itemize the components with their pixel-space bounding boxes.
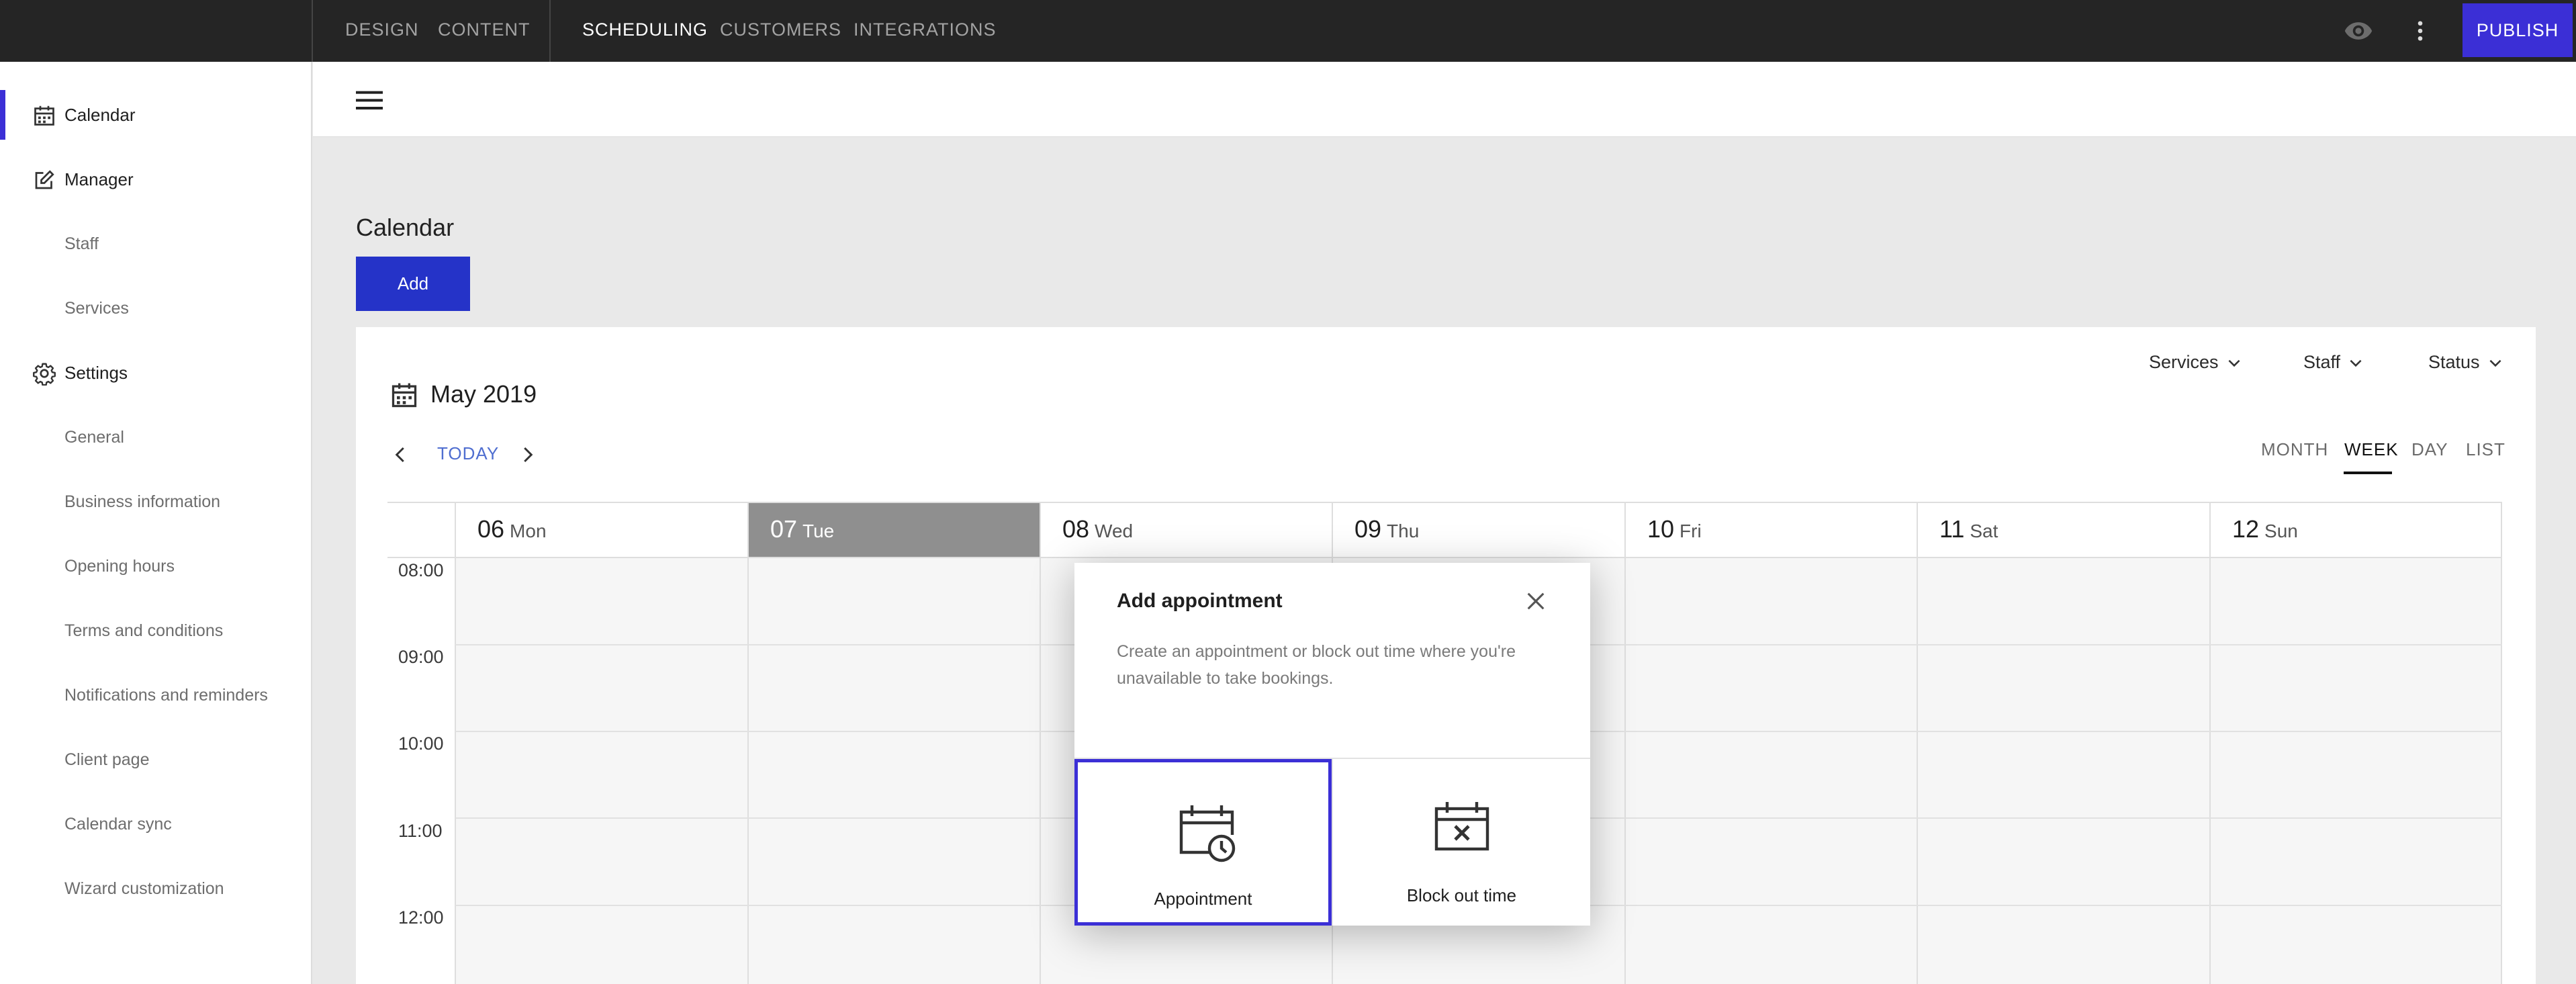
edit-square-icon: [35, 170, 54, 189]
day-number: 11: [1939, 515, 1965, 543]
topnav-customers[interactable]: CUSTOMERS: [720, 0, 841, 62]
page-title: Calendar: [356, 214, 455, 241]
topnav-integrations[interactable]: INTEGRATIONS: [854, 0, 997, 62]
calendar-icon: [392, 383, 417, 408]
day-name: Tue: [802, 521, 835, 541]
view-tab-list[interactable]: LIST: [2466, 439, 2505, 460]
day-header-tue-selected[interactable]: 07 Tue: [747, 503, 1040, 558]
sidebar-item-staff[interactable]: Staff: [64, 230, 99, 257]
day-number: 10: [1647, 515, 1675, 543]
sidebar-item-client-page[interactable]: Client page: [64, 746, 149, 773]
topnav-content[interactable]: CONTENT: [438, 0, 531, 62]
block-out-time-option[interactable]: Block out time: [1333, 759, 1590, 926]
day-number: 07: [770, 515, 798, 543]
time-label: 12:00: [398, 907, 444, 928]
publish-button[interactable]: PUBLISH: [2463, 3, 2573, 57]
view-tab-day[interactable]: DAY: [2411, 439, 2448, 460]
sidebar-item-opening-hours[interactable]: Opening hours: [64, 553, 175, 580]
dialog-description: Create an appointment or block out time …: [1117, 642, 1516, 688]
header-divider: [387, 557, 2502, 558]
view-tab-month[interactable]: MONTH: [2261, 439, 2328, 460]
more-vertical-icon[interactable]: [2408, 16, 2432, 46]
view-tab-week[interactable]: WEEK: [2344, 439, 2399, 460]
time-label: 10:00: [398, 733, 444, 754]
close-icon[interactable]: [1524, 590, 1547, 613]
sidebar-item-label: Settings: [64, 362, 128, 383]
services-filter[interactable]: Services: [2149, 352, 2243, 373]
chevron-down-icon: [2489, 359, 2501, 367]
topnav-design[interactable]: DESIGN: [345, 0, 419, 62]
day-name: Sat: [1970, 521, 1998, 541]
day-number: 12: [2232, 515, 2260, 543]
sidebar-item-terms[interactable]: Terms and conditions: [64, 617, 223, 644]
time-label: 09:00: [398, 647, 444, 667]
staff-filter-label: Staff: [2303, 352, 2341, 372]
chevron-down-icon: [2350, 359, 2362, 367]
calendar-icon: [34, 105, 54, 126]
status-filter[interactable]: Status: [2428, 352, 2504, 373]
calendar-clock-icon: [1179, 805, 1236, 862]
top-bar: DESIGN CONTENT SCHEDULING CUSTOMERS INTE…: [0, 0, 2576, 62]
sidebar-item-business-information[interactable]: Business information: [64, 488, 220, 515]
chevron-down-icon: [2228, 359, 2240, 367]
dialog-title: Add appointment: [1117, 590, 1283, 612]
eye-icon[interactable]: [2342, 16, 2375, 46]
topnav-scheduling[interactable]: SCHEDULING: [582, 0, 708, 62]
month-title: May 2019: [430, 380, 537, 408]
sidebar-item-notifications[interactable]: Notifications and reminders: [64, 682, 268, 709]
sidebar-item-wizard-customization[interactable]: Wizard customization: [64, 875, 224, 902]
add-appointment-dialog: Add appointment Create an appointment or…: [1074, 563, 1590, 926]
day-number: 09: [1354, 515, 1382, 543]
sidebar-item-label: Calendar: [64, 104, 136, 125]
sidebar-item-manager[interactable]: Manager: [0, 154, 311, 204]
sidebar-item-settings[interactable]: Settings: [0, 348, 311, 398]
day-column-tue[interactable]: [747, 558, 1040, 984]
day-column-fri[interactable]: [1624, 558, 1917, 984]
sidebar-item-calendar[interactable]: Calendar: [0, 90, 311, 140]
day-header-wed[interactable]: 08 Wed: [1040, 503, 1332, 558]
hamburger-menu-icon[interactable]: [356, 89, 383, 111]
topbar-divider: [312, 0, 313, 62]
main-header: [313, 62, 2576, 137]
sidebar-item-general[interactable]: General: [64, 424, 124, 451]
sidebar-item-label: Manager: [64, 169, 134, 189]
status-filter-label: Status: [2428, 352, 2480, 372]
topbar-divider: [549, 0, 551, 62]
gear-icon: [33, 363, 56, 386]
day-name: Mon: [510, 521, 547, 541]
day-name: Fri: [1680, 521, 1702, 541]
add-button[interactable]: Add: [356, 257, 470, 311]
day-column-sat[interactable]: [1917, 558, 2209, 984]
sidebar-item-services[interactable]: Services: [64, 295, 129, 322]
day-header-mon[interactable]: 06 Mon: [455, 503, 747, 558]
sidebar-item-calendar-sync[interactable]: Calendar sync: [64, 811, 172, 838]
block-out-time-option-label: Block out time: [1406, 885, 1517, 905]
appointment-option-label: Appointment: [1154, 889, 1252, 909]
day-header-fri[interactable]: 10 Fri: [1624, 503, 1917, 558]
services-filter-label: Services: [2149, 352, 2219, 372]
appointment-option[interactable]: Appointment: [1074, 759, 1332, 926]
sidebar: Calendar Manager Staff Services Settings…: [0, 62, 312, 984]
day-column-mon[interactable]: [455, 558, 747, 984]
today-button[interactable]: TODAY: [437, 443, 499, 464]
calendar-block-icon: [1434, 802, 1489, 851]
day-header-sun[interactable]: 12 Sun: [2209, 503, 2502, 558]
day-name: Wed: [1095, 521, 1134, 541]
day-column-sun[interactable]: [2209, 558, 2502, 984]
day-number: 06: [477, 515, 505, 543]
staff-filter[interactable]: Staff: [2303, 352, 2364, 373]
day-name: Thu: [1387, 521, 1420, 541]
chevron-left-icon[interactable]: [391, 445, 411, 465]
time-label: 11:00: [398, 821, 443, 841]
active-view-indicator: [2344, 472, 2392, 474]
day-name: Sun: [2264, 521, 2298, 541]
time-label: 08:00: [398, 560, 444, 580]
day-header-thu[interactable]: 09 Thu: [1332, 503, 1624, 558]
day-header-sat[interactable]: 11 Sat: [1917, 503, 2209, 558]
chevron-right-icon[interactable]: [517, 445, 537, 465]
day-number: 08: [1062, 515, 1090, 543]
